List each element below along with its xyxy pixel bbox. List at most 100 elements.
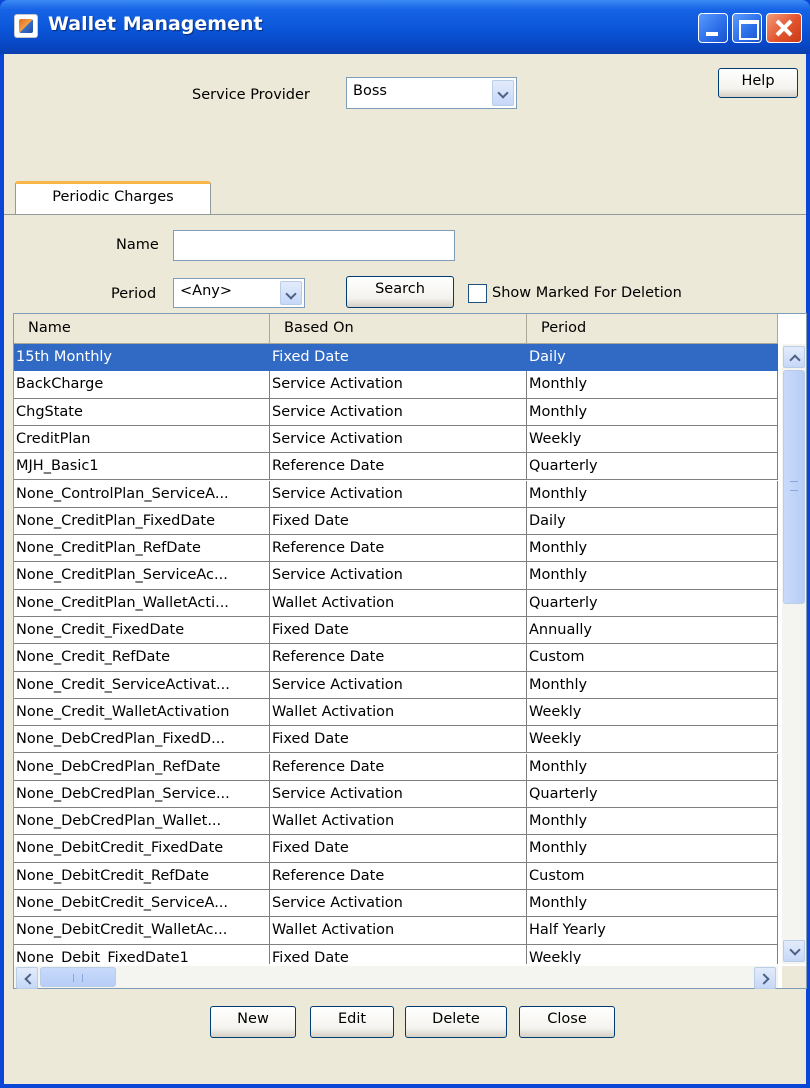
cell-name[interactable]: None_CreditPlan_WalletActi... — [14, 589, 270, 617]
cell-period[interactable]: Monthly — [527, 535, 778, 563]
cell-period[interactable]: Monthly — [527, 562, 778, 590]
cell-name[interactable]: MJH_Basic1 — [14, 453, 270, 481]
cell-name[interactable]: None_Credit_ServiceActivat... — [14, 671, 270, 699]
table-row[interactable]: 15th Monthly Fixed Date Daily — [14, 344, 778, 372]
cell-period[interactable]: Monthly — [527, 371, 778, 399]
close-button[interactable]: Close — [519, 1006, 615, 1038]
column-header-period[interactable]: Period — [527, 314, 778, 344]
cell-name[interactable]: None_ControlPlan_ServiceA... — [14, 480, 270, 508]
edit-button[interactable]: Edit — [310, 1006, 394, 1038]
cell-based-on[interactable]: Fixed Date — [270, 726, 527, 754]
cell-period[interactable]: Daily — [527, 344, 778, 372]
table-row[interactable]: None_DebitCredit_FixedDate Fixed Date Mont… — [14, 835, 778, 863]
column-header-based-on[interactable]: Based On — [270, 314, 527, 344]
cell-name[interactable]: None_DebitCredit_WalletAc... — [14, 917, 270, 945]
cell-based-on[interactable]: Service Activation — [270, 371, 527, 399]
cell-based-on[interactable]: Service Activation — [270, 398, 527, 426]
new-button[interactable]: New — [210, 1006, 296, 1038]
search-button[interactable]: Search — [346, 276, 454, 308]
cell-name[interactable]: None_CreditPlan_RefDate — [14, 535, 270, 563]
cell-period[interactable]: Monthly — [527, 480, 778, 508]
cell-based-on[interactable]: Reference Date — [270, 535, 527, 563]
cell-name[interactable]: None_DebitCredit_FixedDate — [14, 835, 270, 863]
cell-based-on[interactable]: Service Activation — [270, 425, 527, 454]
table-row[interactable]: None_CreditPlan_WalletActi... Wallet Acti… — [14, 589, 778, 617]
cell-name[interactable]: None_DebCredPlan_RefDate — [14, 753, 270, 781]
cell-based-on[interactable]: Wallet Activation — [270, 917, 527, 945]
cell-based-on[interactable]: Fixed Date — [270, 835, 527, 863]
table-row[interactable]: ChgState Service Activation Monthly — [14, 398, 778, 426]
cell-name[interactable]: BackCharge — [14, 371, 270, 399]
cell-period[interactable]: Quarterly — [527, 589, 778, 617]
help-button[interactable]: Help — [718, 68, 798, 98]
table-row[interactable]: None_DebCredPlan_FixedD... Fixed Date Week… — [14, 726, 778, 754]
table-row[interactable]: CreditPlan Service Activation Weekly — [14, 425, 778, 454]
cell-based-on[interactable]: Fixed Date — [270, 944, 527, 964]
cell-based-on[interactable]: Wallet Activation — [270, 589, 527, 617]
cell-based-on[interactable]: Reference Date — [270, 644, 527, 672]
cell-based-on[interactable]: Service Activation — [270, 562, 527, 590]
cell-based-on[interactable]: Fixed Date — [270, 344, 527, 372]
cell-name[interactable]: None_Credit_WalletActivation — [14, 698, 270, 727]
scroll-left-icon[interactable] — [16, 967, 38, 989]
cell-name[interactable]: None_Debit_FixedDate1 — [14, 944, 270, 964]
table-row[interactable]: None_CreditPlan_ServiceAc... Service Acti… — [14, 562, 778, 590]
cell-period[interactable]: Monthly — [527, 753, 778, 781]
table-row[interactable]: None_CreditPlan_FixedDate Fixed Date Daily — [14, 507, 778, 536]
cell-period[interactable]: Weekly — [527, 726, 778, 754]
cell-name[interactable]: CreditPlan — [14, 425, 270, 454]
cell-period[interactable]: Quarterly — [527, 453, 778, 481]
table-row[interactable]: None_Credit_RefDate Reference Date Custom — [14, 644, 778, 672]
cell-name[interactable]: None_DebitCredit_RefDate — [14, 862, 270, 890]
cell-period[interactable]: Quarterly — [527, 780, 778, 809]
cell-name[interactable]: None_DebitCredit_ServiceA... — [14, 890, 270, 918]
cell-period[interactable]: Monthly — [527, 808, 778, 836]
cell-period[interactable]: Monthly — [527, 671, 778, 699]
vertical-scrollbar[interactable] — [782, 344, 806, 964]
scroll-down-icon[interactable] — [783, 940, 805, 962]
cell-period[interactable]: Annually — [527, 617, 778, 645]
cell-based-on[interactable]: Reference Date — [270, 753, 527, 781]
cell-period[interactable]: Weekly — [527, 425, 778, 454]
table-row[interactable]: None_ControlPlan_ServiceA... Service Acti… — [14, 480, 778, 508]
cell-period[interactable]: Weekly — [527, 698, 778, 727]
vertical-scroll-thumb[interactable] — [783, 370, 805, 604]
cell-period[interactable]: Monthly — [527, 890, 778, 918]
cell-period[interactable]: Monthly — [527, 398, 778, 426]
delete-button[interactable]: Delete — [405, 1006, 507, 1038]
table-row[interactable]: None_DebitCredit_WalletAc... Wallet Activ… — [14, 917, 778, 945]
table-row[interactable]: MJH_Basic1 Reference Date Quarterly — [14, 453, 778, 481]
cell-period[interactable]: Half Yearly — [527, 917, 778, 945]
cell-name[interactable]: None_DebCredPlan_FixedD... — [14, 726, 270, 754]
service-provider-select[interactable]: Boss — [346, 77, 517, 109]
table-row[interactable]: None_DebCredPlan_Service... Service Activ… — [14, 780, 778, 809]
maximize-button[interactable] — [732, 13, 762, 43]
table-row[interactable]: None_Credit_FixedDate Fixed Date Annually — [14, 617, 778, 645]
cell-based-on[interactable]: Reference Date — [270, 862, 527, 890]
name-input[interactable] — [173, 230, 455, 261]
cell-period[interactable]: Weekly — [527, 944, 778, 964]
table-row[interactable]: None_Debit_FixedDate1 Fixed Date Weekly — [14, 944, 778, 964]
cell-based-on[interactable]: Wallet Activation — [270, 808, 527, 836]
cell-based-on[interactable]: Fixed Date — [270, 617, 527, 645]
column-header-name[interactable]: Name — [14, 314, 270, 344]
cell-name[interactable]: None_Credit_RefDate — [14, 644, 270, 672]
cell-name[interactable]: None_CreditPlan_FixedDate — [14, 507, 270, 536]
minimize-button[interactable] — [698, 13, 728, 43]
table-row[interactable]: None_CreditPlan_RefDate Reference Date Mon… — [14, 535, 778, 563]
cell-based-on[interactable]: Service Activation — [270, 780, 527, 809]
table-row[interactable]: None_DebCredPlan_Wallet... Wallet Activat… — [14, 808, 778, 836]
table-row[interactable]: BackCharge Service Activation Monthly — [14, 371, 778, 399]
table-row[interactable]: None_DebitCredit_ServiceA... Service Acti… — [14, 890, 778, 918]
period-select[interactable]: <Any> — [173, 278, 305, 308]
table-row[interactable]: None_Credit_ServiceActivat... Service Act… — [14, 671, 778, 699]
cell-based-on[interactable]: Service Activation — [270, 671, 527, 699]
title-bar[interactable]: Wallet Management — [0, 0, 810, 54]
scroll-up-icon[interactable] — [783, 346, 805, 368]
cell-period[interactable]: Daily — [527, 507, 778, 536]
cell-name[interactable]: None_CreditPlan_ServiceAc... — [14, 562, 270, 590]
tab-periodic-charges[interactable]: Periodic Charges — [15, 181, 211, 215]
cell-based-on[interactable]: Service Activation — [270, 480, 527, 508]
cell-based-on[interactable]: Wallet Activation — [270, 698, 527, 727]
cell-based-on[interactable]: Service Activation — [270, 890, 527, 918]
